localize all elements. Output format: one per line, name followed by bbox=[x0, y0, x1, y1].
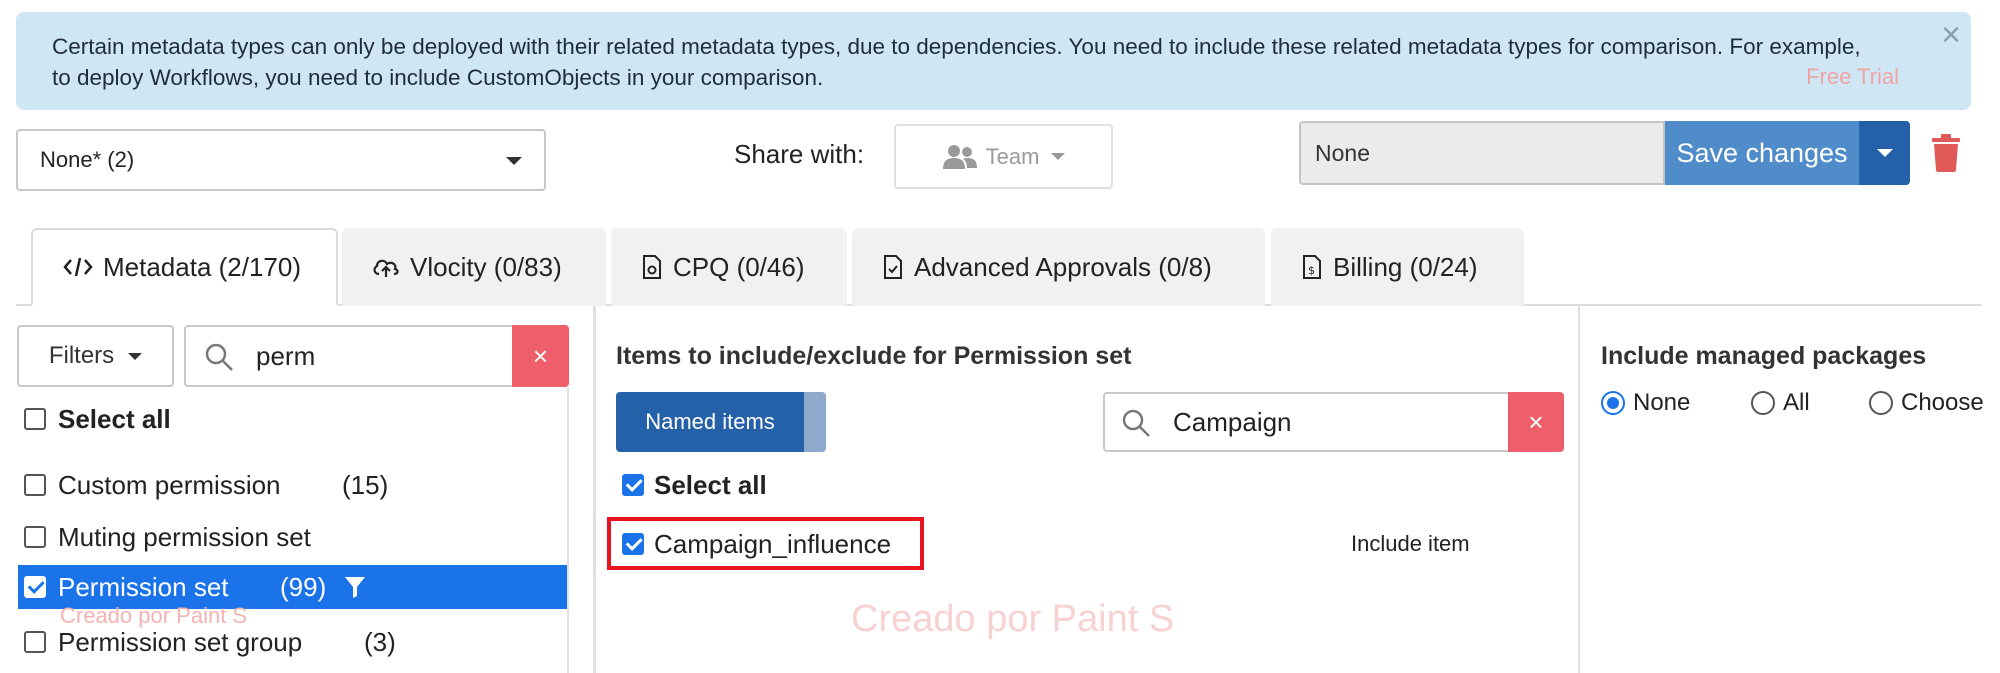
items-search-value: Campaign bbox=[1173, 406, 1292, 437]
document-gear-icon bbox=[643, 255, 661, 279]
named-items-button[interactable]: Named items bbox=[616, 392, 804, 452]
trash-icon[interactable] bbox=[1930, 134, 1962, 172]
filters-chevron-icon bbox=[128, 352, 143, 360]
tab-advanced-approvals-label: Advanced Approvals (0/8) bbox=[914, 251, 1212, 282]
metadata-search-clear-button[interactable]: × bbox=[512, 325, 569, 387]
all-radio[interactable] bbox=[1751, 391, 1775, 415]
select-all-types-label: Select all bbox=[58, 403, 171, 434]
select-all-types-checkbox[interactable] bbox=[24, 408, 46, 430]
list-item-custom-permission[interactable]: Custom permission (15) bbox=[24, 463, 388, 507]
none-radio[interactable] bbox=[1601, 391, 1625, 415]
code-icon bbox=[63, 257, 93, 277]
choose-radio-label: Choose bbox=[1901, 389, 1984, 416]
search-icon bbox=[1122, 409, 1150, 437]
tab-cpq[interactable]: CPQ (0/46) bbox=[611, 228, 847, 306]
custom-permission-count: (15) bbox=[342, 469, 389, 500]
watermark: Creado por Paint S bbox=[851, 598, 1175, 640]
dependency-alert: Certain metadata types can only be deplo… bbox=[16, 12, 1971, 110]
svg-text:$: $ bbox=[1308, 264, 1315, 277]
permission-set-group-checkbox[interactable] bbox=[24, 631, 46, 653]
select-all-types[interactable]: Select all bbox=[24, 397, 171, 441]
custom-permission-label: Custom permission bbox=[58, 469, 281, 500]
comparison-select-value: None* (2) bbox=[40, 147, 135, 172]
share-with-label: Share with: bbox=[734, 139, 865, 169]
managed-packages-choose-option[interactable]: Choose bbox=[1869, 389, 1984, 417]
permission-set-group-label: Permission set group bbox=[58, 626, 303, 657]
free-trial-overlay: Free Trial bbox=[1806, 64, 1899, 89]
tab-cpq-label: CPQ (0/46) bbox=[673, 251, 805, 282]
filters-label: Filters bbox=[48, 342, 115, 369]
permission-set-label: Permission set bbox=[58, 571, 229, 602]
all-radio-label: All bbox=[1783, 389, 1810, 416]
muting-permission-set-label: Muting permission set bbox=[58, 521, 311, 552]
document-dollar-icon: $ bbox=[1303, 255, 1321, 279]
custom-permission-checkbox[interactable] bbox=[24, 474, 46, 496]
list-item-muting-permission-set[interactable]: Muting permission set bbox=[24, 515, 311, 559]
select-all-items[interactable]: Select all bbox=[622, 465, 767, 505]
chevron-down-icon bbox=[506, 157, 522, 165]
items-panel-title: Items to include/exclude for Permission … bbox=[616, 342, 1132, 370]
managed-packages-none-option[interactable]: None bbox=[1601, 389, 1690, 417]
tab-vlocity[interactable]: Vlocity (0/83) bbox=[342, 228, 606, 306]
permission-set-checkbox[interactable] bbox=[24, 576, 46, 598]
left-panel-divider bbox=[567, 387, 569, 673]
permission-set-group-count: (3) bbox=[364, 626, 396, 657]
select-all-items-checkbox[interactable] bbox=[622, 474, 644, 496]
filters-dropdown[interactable]: Filters bbox=[17, 325, 174, 387]
middle-panel-left-border bbox=[593, 306, 596, 673]
metadata-search-input[interactable]: perm bbox=[184, 325, 512, 387]
named-items-toggle[interactable] bbox=[804, 392, 826, 452]
tab-metadata-label: Metadata (2/170) bbox=[103, 251, 302, 282]
tab-vlocity-label: Vlocity (0/83) bbox=[410, 251, 562, 282]
cloud-upload-icon bbox=[373, 259, 399, 277]
watermark-small: Creado por Paint S bbox=[60, 603, 248, 628]
none-radio-label: None bbox=[1633, 389, 1691, 416]
save-changes-button[interactable]: Save changes bbox=[1665, 121, 1859, 185]
search-icon bbox=[205, 343, 233, 371]
managed-packages-title: Include managed packages bbox=[1601, 342, 1927, 370]
share-team-label: Team bbox=[985, 143, 1040, 169]
document-check-icon bbox=[884, 255, 902, 279]
save-chevron-icon bbox=[1876, 149, 1893, 157]
choose-radio[interactable] bbox=[1869, 391, 1893, 415]
team-chevron-icon bbox=[1051, 153, 1066, 160]
save-options-toggle[interactable] bbox=[1859, 121, 1910, 185]
campaign-influence-label: Campaign_influence bbox=[654, 528, 892, 559]
share-team-dropdown[interactable]: Team bbox=[894, 124, 1113, 189]
users-icon bbox=[942, 144, 977, 169]
alert-message: Certain metadata types can only be deplo… bbox=[52, 34, 1861, 90]
items-search-input[interactable]: Campaign bbox=[1103, 392, 1508, 452]
tab-billing[interactable]: $ Billing (0/24) bbox=[1271, 228, 1524, 306]
metadata-search-value: perm bbox=[256, 340, 316, 371]
comparison-name-input[interactable]: None bbox=[1299, 121, 1665, 185]
tab-metadata[interactable]: Metadata (2/170) bbox=[31, 228, 338, 306]
middle-panel-right-border bbox=[1578, 306, 1580, 673]
comparison-select[interactable]: None* (2) bbox=[16, 129, 546, 191]
list-item-campaign-influence[interactable]: Campaign_influence bbox=[622, 524, 891, 564]
campaign-influence-checkbox[interactable] bbox=[622, 533, 644, 555]
tab-billing-label: Billing (0/24) bbox=[1333, 251, 1478, 282]
items-search-clear-button[interactable]: × bbox=[1508, 392, 1564, 452]
permission-set-count: (99) bbox=[280, 571, 327, 602]
muting-permission-set-checkbox[interactable] bbox=[24, 526, 46, 548]
select-all-items-label: Select all bbox=[654, 469, 767, 500]
include-item-label: Include item bbox=[1351, 531, 1470, 556]
tab-advanced-approvals[interactable]: Advanced Approvals (0/8) bbox=[852, 228, 1265, 306]
filter-icon[interactable] bbox=[344, 575, 366, 599]
alert-close-icon[interactable]: × bbox=[1941, 18, 1961, 52]
managed-packages-all-option[interactable]: All bbox=[1751, 389, 1810, 417]
